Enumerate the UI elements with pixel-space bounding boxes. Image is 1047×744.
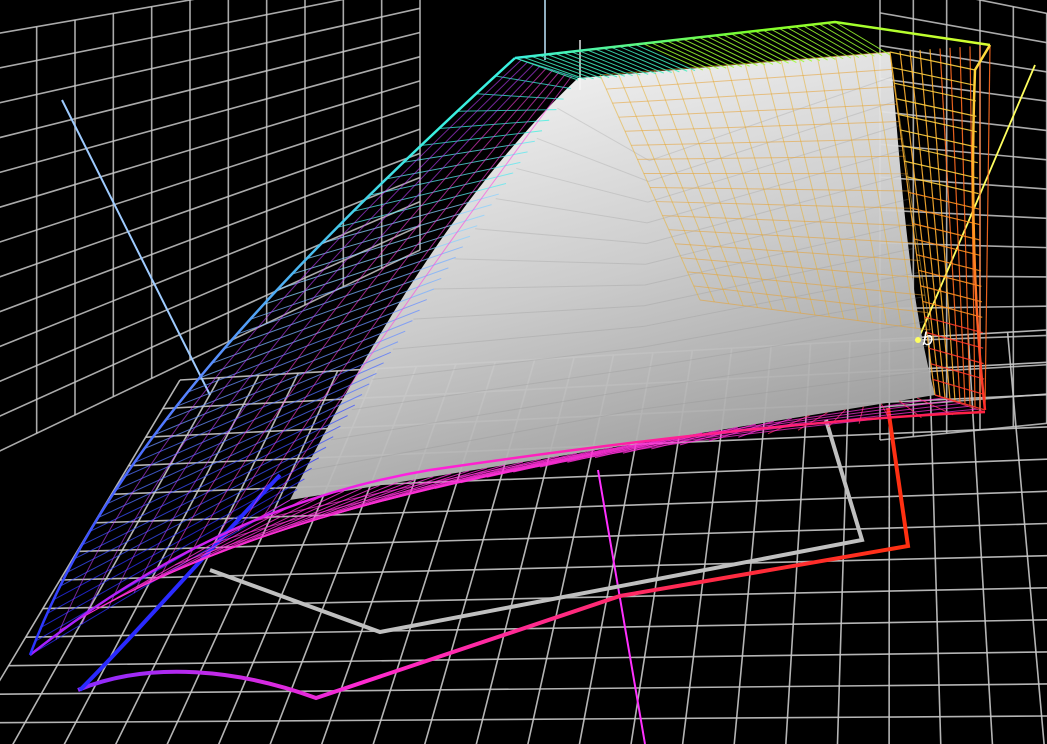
floor-grid-line [59,554,1047,581]
wireframe-line [502,79,519,96]
wireframe-line [618,45,680,73]
gamut-3d-viewport[interactable]: b [0,0,1047,744]
left-wall-grid-line [0,200,421,383]
wireframe-line [861,411,886,416]
reference-gamut-surface [290,52,935,500]
wireframe-line [504,109,518,124]
floor-grid-line [0,683,1047,696]
wireframe-line [555,73,566,87]
floor-grid-line [111,458,1047,496]
floor-grid-line [0,379,181,682]
wireframe-line [460,110,478,128]
left-wall-grid-line [0,0,345,69]
wireframe-line [900,129,978,148]
wireframe-line [908,191,980,210]
wireframe-line [545,85,557,99]
wireframe-line [891,67,976,87]
wireframe-line [898,113,977,133]
wireframe-line [941,405,969,410]
left-wall-grid-line [0,31,421,139]
left-wall-grid-line [0,55,421,174]
floor-grid-line [967,334,994,744]
wireframe-line [904,160,979,179]
wireframe-line [486,95,503,112]
wireframe-line [984,44,991,411]
wireframe-line [510,61,528,79]
wireframe-line [502,59,522,78]
floor-grid-line [63,375,260,744]
wireframe-line [602,47,664,74]
wireframe-line [516,96,529,111]
wireframe-line [526,97,538,111]
floor-grid-line [42,586,1047,610]
wireframe-line [505,122,517,136]
wireframe-line [493,78,511,96]
wireframe-line [525,65,541,82]
wireframe-line [493,110,508,125]
wireframe-line [484,76,504,95]
wireframe-line [305,504,325,510]
wireframe-line [449,110,468,129]
wireframe-line [466,93,486,112]
wireframe-line [610,46,672,73]
wireframe-line [510,80,526,97]
left-wall-grid-line [0,0,195,34]
wireframe-line [914,238,981,257]
wireframe-line [517,63,535,81]
wireframe-line [935,403,961,407]
right-wall-grid-line [879,44,1047,73]
wireframe-line [536,97,547,111]
origin-marker-icon [915,337,921,343]
b-axis-label: b [922,329,933,350]
wireframe-line [861,408,885,413]
wireframe-line [959,47,971,406]
wireframe-line [526,109,537,123]
wireframe-line [887,411,915,416]
wireframe-line [532,67,547,83]
wireframe-line [493,123,506,137]
wireframe-line [476,94,494,112]
wireframe-line [469,124,484,140]
wireframe-line [920,285,982,303]
wireframe-line [910,207,980,226]
wireframe-line [481,124,495,139]
wireframe-line [918,269,982,287]
wireframe-line [896,98,977,117]
wireframe-line [536,84,549,98]
wireframe-line [626,44,688,72]
floor-grid-line [114,372,299,744]
wireframe-line [287,508,307,514]
wireframe-line [906,176,979,195]
right-wall-grid-line [879,12,1047,44]
floor-grid-line [8,651,1047,667]
left-wall-grid-line [0,7,421,104]
wireframe-line [913,408,942,413]
wireframe-line [515,109,528,124]
floor-grid-line [0,715,1047,724]
gamut-3d-scene[interactable]: b [0,0,1047,744]
wireframe-line [928,347,984,365]
